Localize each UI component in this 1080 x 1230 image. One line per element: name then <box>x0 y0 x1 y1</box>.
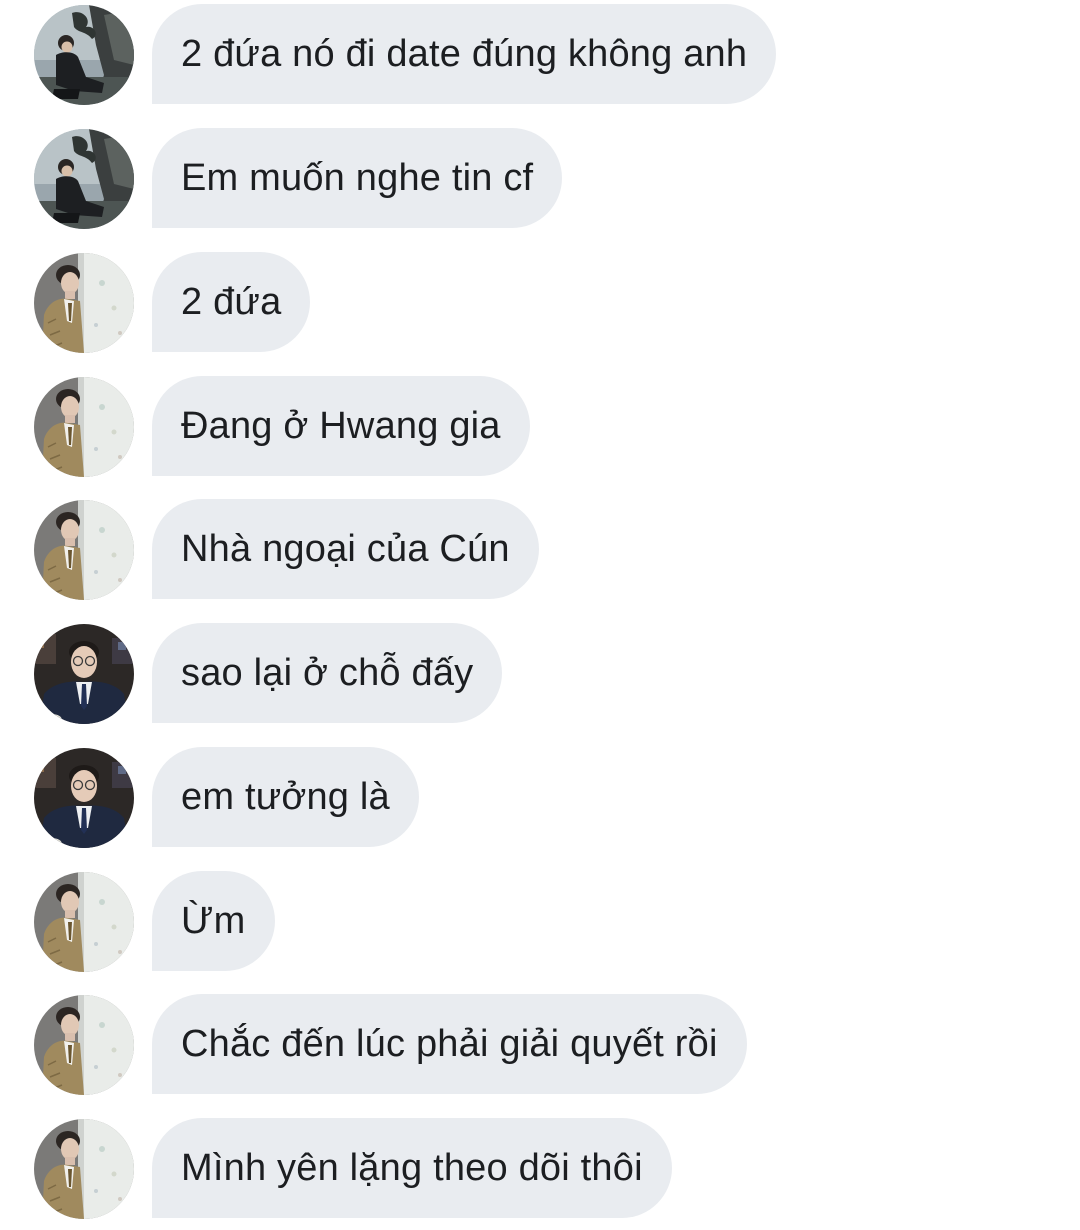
message-bubble[interactable]: sao lại ở chỗ đấy <box>152 623 503 723</box>
message-row: 2 đứa nó đi date đúng không anh <box>0 4 1080 106</box>
message-text: Ừm <box>181 899 246 942</box>
avatar[interactable] <box>34 1119 134 1219</box>
message-text: sao lại ở chỗ đấy <box>181 651 474 694</box>
message-bubble[interactable]: Ừm <box>152 871 275 971</box>
avatar[interactable] <box>34 872 134 972</box>
message-bubble[interactable]: Em muốn nghe tin cf <box>152 128 563 228</box>
message-row: Mình yên lặng theo dõi thôi <box>0 1118 1080 1220</box>
avatar[interactable] <box>34 500 134 600</box>
avatar[interactable] <box>34 748 134 848</box>
message-bubble[interactable]: Chắc đến lúc phải giải quyết rồi <box>152 994 747 1094</box>
message-text: 2 đứa <box>181 280 282 323</box>
message-text: 2 đứa nó đi date đúng không anh <box>181 32 748 75</box>
message-row: Ừm <box>0 871 1080 973</box>
message-text: em tưởng là <box>181 775 390 818</box>
message-text: Đang ở Hwang gia <box>181 404 501 447</box>
message-bubble[interactable]: 2 đứa <box>152 252 311 352</box>
avatar[interactable] <box>34 5 134 105</box>
message-row: Nhà ngoại của Cún <box>0 499 1080 601</box>
avatar[interactable] <box>34 624 134 724</box>
message-row: Đang ở Hwang gia <box>0 376 1080 478</box>
avatar[interactable] <box>34 253 134 353</box>
avatar[interactable] <box>34 995 134 1095</box>
message-row: em tưởng là <box>0 747 1080 849</box>
chat-thread: 2 đứa nó đi date đúng không anh Em muốn … <box>0 0 1080 1230</box>
message-bubble[interactable]: em tưởng là <box>152 747 419 847</box>
message-text: Em muốn nghe tin cf <box>181 156 534 199</box>
message-bubble[interactable]: Đang ở Hwang gia <box>152 376 530 476</box>
avatar[interactable] <box>34 377 134 477</box>
message-row: Chắc đến lúc phải giải quyết rồi <box>0 994 1080 1096</box>
message-text: Nhà ngoại của Cún <box>181 527 510 570</box>
message-bubble[interactable]: Nhà ngoại của Cún <box>152 499 539 599</box>
message-row: Em muốn nghe tin cf <box>0 128 1080 230</box>
message-row: sao lại ở chỗ đấy <box>0 623 1080 725</box>
message-bubble[interactable]: Mình yên lặng theo dõi thôi <box>152 1118 672 1218</box>
message-text: Mình yên lặng theo dõi thôi <box>181 1146 643 1189</box>
avatar[interactable] <box>34 129 134 229</box>
message-row: 2 đứa <box>0 252 1080 354</box>
message-text: Chắc đến lúc phải giải quyết rồi <box>181 1022 718 1065</box>
message-bubble[interactable]: 2 đứa nó đi date đúng không anh <box>152 4 777 104</box>
